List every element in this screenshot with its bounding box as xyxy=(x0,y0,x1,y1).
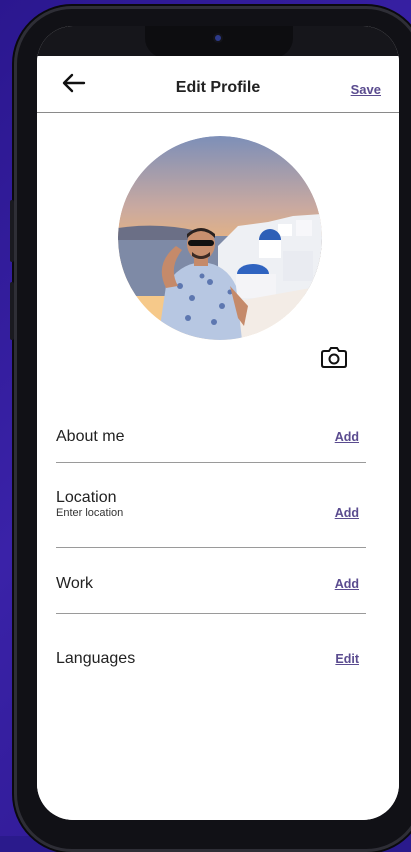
header-bar: Edit Profile Save xyxy=(37,56,399,113)
about-me-row: About me Add xyxy=(56,412,366,463)
about-me-add-button[interactable]: Add xyxy=(335,430,359,444)
phone-notch xyxy=(145,26,293,58)
camera-icon xyxy=(321,347,347,368)
page-title: Edit Profile xyxy=(175,79,261,96)
work-row: Work Add xyxy=(56,547,366,614)
profile-avatar[interactable] xyxy=(118,136,322,340)
location-label: Location xyxy=(56,489,117,506)
location-placeholder: Enter location xyxy=(56,507,124,519)
work-label: Work xyxy=(56,575,94,592)
location-add-button[interactable]: Add xyxy=(335,506,359,520)
edit-profile-screen: Edit Profile Save About me Add Location … xyxy=(37,56,399,820)
change-photo-button[interactable] xyxy=(320,344,348,370)
avatar-photo xyxy=(118,136,322,340)
about-me-label: About me xyxy=(56,428,125,445)
phone-volume-button xyxy=(10,200,14,262)
front-camera-dot xyxy=(215,35,221,41)
phone-volume-button-2 xyxy=(10,282,14,340)
languages-row: Languages Edit xyxy=(56,613,366,683)
phone-screen: Edit Profile Save About me Add Location … xyxy=(37,26,399,820)
languages-label: Languages xyxy=(56,650,136,667)
languages-edit-button[interactable]: Edit xyxy=(335,652,359,666)
location-row: Location Enter location Add xyxy=(56,462,366,548)
work-add-button[interactable]: Add xyxy=(335,577,359,591)
save-button[interactable]: Save xyxy=(351,82,381,97)
